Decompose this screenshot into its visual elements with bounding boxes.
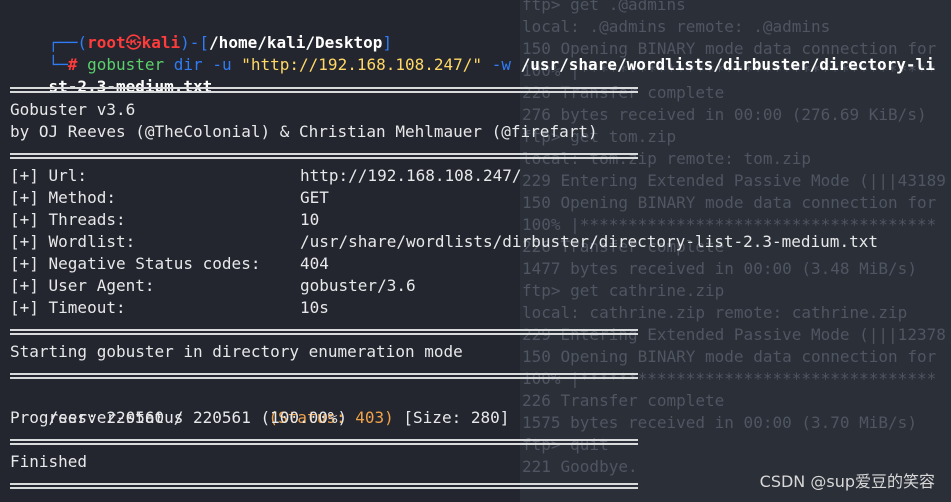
separator — [10, 373, 638, 379]
progress-line: Progress: 220560 / 220561 (100.00%) — [10, 408, 348, 427]
config-row: [+] Wordlist: /usr/share/wordlists/dirbus… — [10, 231, 878, 253]
config-value: /usr/share/wordlists/dirbuster/directory… — [300, 232, 878, 251]
config-label: [+] Negative Status codes: — [10, 254, 261, 273]
command-line-wrap: st-2.3-medium.txt — [10, 54, 213, 96]
separator — [10, 439, 638, 445]
config-row: [+] Url: http://192.168.108.247/ — [10, 165, 522, 187]
config-label: [+] User Agent: — [10, 276, 155, 295]
command-flag-u: -u — [212, 55, 232, 74]
config-label: [+] Timeout: — [10, 298, 126, 317]
banner-version: Gobuster v3.6 — [10, 100, 136, 119]
separator — [10, 483, 638, 489]
banner-authors: by OJ Reeves (@TheColonial) & Christian … — [10, 122, 598, 141]
config-row: [+] Method: GET — [10, 187, 329, 209]
config-value: gobuster/3.6 — [300, 276, 416, 295]
result-size: [Size: 280] — [403, 408, 510, 427]
config-value: GET — [300, 188, 329, 207]
config-label: [+] Wordlist: — [10, 232, 136, 251]
config-value: 10s — [300, 298, 329, 317]
command-url: "http://192.168.108.247/" — [241, 55, 483, 74]
start-message: Starting gobuster in directory enumerati… — [10, 342, 463, 361]
command-line[interactable]: └─# gobuster dir -u "http://192.168.108.… — [10, 32, 935, 74]
prompt-header-line: ┌──(root㉿kali)-[/home/kali/Desktop] — [48, 33, 393, 52]
command-flag-w: -w — [491, 55, 511, 74]
config-row: [+] Threads: 10 — [10, 209, 319, 231]
config-label: [+] Url: — [10, 166, 88, 185]
separator — [10, 153, 638, 159]
config-label: [+] Method: — [10, 188, 116, 207]
config-label: [+] Threads: — [10, 210, 126, 229]
config-value: 404 — [300, 254, 329, 273]
command-wordlist-part1: /usr/share/wordlists/dirbuster/directory… — [520, 55, 935, 74]
config-row: [+] User Agent: gobuster/3.6 — [10, 275, 416, 297]
terminal-window[interactable]: ┌──(root㉿kali)-[/home/kali/Desktop] └─# … — [0, 0, 951, 502]
watermark: CSDN @sup爱豆的笑容 — [759, 472, 935, 491]
result-row: /server-status (Status: 403) [Size: 280] — [10, 385, 510, 427]
finished-message: Finished — [10, 452, 88, 471]
config-row: [+] Negative Status codes: 404 — [10, 253, 329, 275]
separator — [10, 329, 638, 335]
config-value: 10 — [300, 210, 320, 229]
config-row: [+] Timeout: 10s — [10, 297, 329, 319]
config-value: http://192.168.108.247/ — [300, 166, 522, 185]
separator — [10, 87, 638, 93]
